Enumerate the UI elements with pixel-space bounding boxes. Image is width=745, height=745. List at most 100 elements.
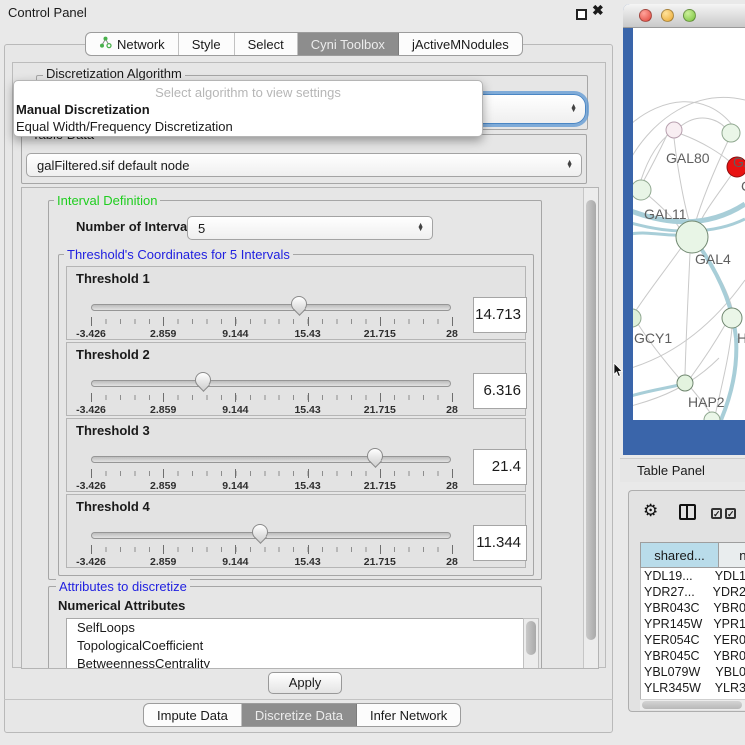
attributes-scrollbar[interactable] [523,618,539,669]
checkbox-icon[interactable]: ✓ [725,508,736,519]
settings-scrollpane: Interval Definition Number of Intervals … [21,187,599,669]
table-row[interactable]: YER054CYER0 [641,632,745,648]
column-layout-icon[interactable] [679,504,696,520]
gear-icon[interactable]: ⚙ [643,501,658,521]
close-traffic-light[interactable] [639,9,652,22]
slider-thumb[interactable] [195,372,211,388]
tick-label: 2.859 [150,404,176,416]
close-icon[interactable]: ✖ [592,2,604,19]
network-canvas[interactable]: GAL80 GA C GAL11 GAL4 GCY1 H HAP2 [633,28,745,420]
node-gal4[interactable] [676,221,708,253]
zoom-traffic-light[interactable] [683,9,696,22]
slider-track[interactable] [91,304,451,311]
major-tick [91,393,92,402]
network-icon [99,36,112,52]
node-bottom-partial[interactable] [704,412,720,420]
table-row[interactable]: YPR145WYPR1 [641,616,745,632]
cyni-pane: Discretization Algorithm ▲▼ Table Data g… [12,62,606,668]
cell-name: YBR0 [711,648,745,664]
attribute-item[interactable]: SelfLoops [67,619,523,637]
minimize-traffic-light[interactable] [661,9,674,22]
tab-label: Cyni Toolbox [311,37,385,52]
cell-name: YLR3 [713,680,745,696]
major-tick [235,545,236,554]
column-header-name[interactable]: na [719,542,745,568]
apply-button[interactable]: Apply [268,672,342,694]
column-header-shared-name[interactable]: shared... [640,542,719,568]
threshold-value-field[interactable]: 11.344 [473,525,527,561]
float-window-icon[interactable] [576,9,587,20]
tick-label: -3.426 [76,328,106,340]
slider-thumb[interactable] [291,296,307,312]
settings-scrollbar-thumb[interactable] [586,200,596,640]
cell-name: YER0 [711,632,745,648]
tab-network[interactable]: Network [86,33,179,55]
threshold-value-field[interactable]: 6.316 [473,373,527,409]
tab-discretize-data[interactable]: Discretize Data [242,704,357,726]
cell-shared-name: YDR27... [641,584,711,600]
threshold-label: Threshold 4 [76,499,150,514]
dropdown-option-manual[interactable]: Manual Discretization [16,102,150,117]
tab-cyni-toolbox[interactable]: Cyni Toolbox [298,33,399,55]
threshold-value-field[interactable]: 14.713 [473,297,527,333]
attribute-item[interactable]: TopologicalCoefficient [67,637,523,655]
table-data-combobox[interactable]: galFiltered.sif default node ▲▼ [26,153,582,177]
node-right-mid[interactable] [722,308,742,328]
table-panel-title: Table Panel [620,458,745,482]
tab-style[interactable]: Style [179,33,235,55]
node-gcy1[interactable] [633,309,641,327]
major-tick [308,317,309,326]
table-panel: ⚙ ✓ ✓ shared... na YDL19...YDL1YDR27...Y… [628,490,745,712]
node-hap2[interactable] [677,375,693,391]
tick-label: 2.859 [150,556,176,568]
combo-arrows-icon: ▲▼ [417,224,424,232]
tab-impute-data[interactable]: Impute Data [144,704,242,726]
attributes-scrollbar-thumb[interactable] [526,621,536,655]
attribute-item[interactable]: BetweennessCentrality [67,655,523,669]
table-header: shared... na [640,542,745,568]
major-tick [452,545,453,554]
cell-shared-name: YPR145W [641,616,711,632]
table-horizontal-scrollbar[interactable] [640,699,745,710]
num-intervals-combobox[interactable]: 5 ▲▼ [187,216,433,240]
major-tick [380,545,381,554]
node-top-right[interactable] [722,124,740,142]
checkbox-icon[interactable]: ✓ [711,508,722,519]
table-row[interactable]: YLR345WYLR3 [641,680,745,696]
slider-track[interactable] [91,380,451,387]
slider-track[interactable] [91,532,451,539]
tab-label: Discretize Data [255,708,343,723]
threshold-slider: -3.4262.8599.14415.4321.71528 [91,373,451,417]
table-row[interactable]: YDR27...YDR2 [641,584,745,600]
slider-thumb[interactable] [252,524,268,540]
tick-label: 21.715 [364,480,396,492]
tab-select[interactable]: Select [235,33,298,55]
node-gal80[interactable] [666,122,682,138]
thresholds-group-title: Threshold's Coordinates for 5 Intervals [64,247,293,262]
attributes-group-title: Attributes to discretize [56,579,190,594]
node-gal11[interactable] [633,180,651,200]
table-row[interactable]: YBR045CYBR0 [641,648,745,664]
node-label: GCY1 [634,330,672,346]
major-tick [91,469,92,478]
threshold-row: Threshold 4 -3.4262.8599.14415.4321.7152… [66,494,526,568]
slider-thumb[interactable] [367,448,383,464]
table-row[interactable]: YBR043CYBR0 [641,600,745,616]
threshold-row: Threshold 2 -3.4262.8599.14415.4321.7152… [66,342,526,416]
slider-scale: -3.4262.8599.14415.4321.71528 [91,469,452,493]
tab-infer-network[interactable]: Infer Network [357,704,460,726]
major-tick [163,317,164,326]
major-tick [163,393,164,402]
cell-name: YBR0 [711,600,745,616]
table-row[interactable]: YDL19...YDL1 [641,568,745,584]
dropdown-option-equal-width[interactable]: Equal Width/Frequency Discretization [16,119,233,134]
table-row[interactable]: YBL079WYBL0 [641,664,745,680]
settings-scrollbar[interactable] [583,188,598,668]
threshold-value-field[interactable]: 21.4 [473,449,527,485]
interval-group-title: Interval Definition [54,193,160,208]
slider-track[interactable] [91,456,451,463]
network-titlebar[interactable] [623,4,745,28]
tab-jactivemnodules[interactable]: jActiveMNodules [399,33,522,55]
major-tick [452,317,453,326]
table-horizontal-scrollbar-thumb[interactable] [642,701,742,709]
